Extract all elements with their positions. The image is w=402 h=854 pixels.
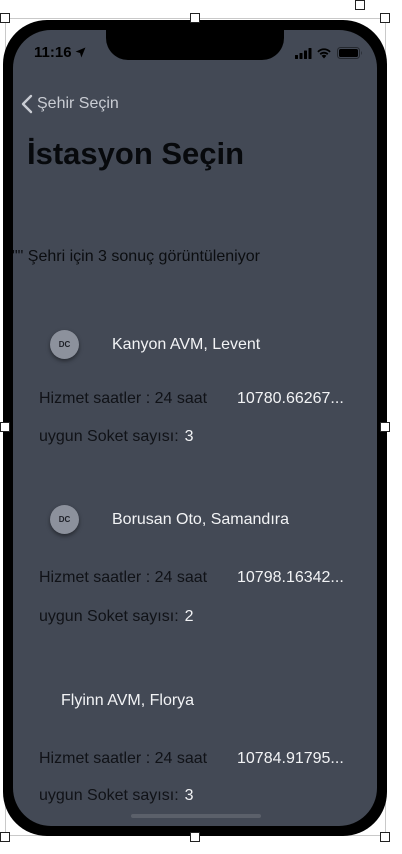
socket-label: uygun Soket sayısı:	[39, 428, 179, 445]
corner-handle[interactable]	[355, 0, 365, 10]
resize-handle-top-right[interactable]	[380, 13, 390, 23]
resize-handle-bottom-center[interactable]	[190, 832, 200, 842]
resize-handle-middle-left[interactable]	[0, 422, 10, 432]
service-hours: Hizmet saatler : 24 saat	[39, 569, 208, 586]
station-item[interactable]: DC Kanyon AVM, Levent Hizmet saatler : 2…	[13, 312, 377, 462]
resize-handle-middle-right[interactable]	[380, 422, 390, 432]
service-hours: Hizmet saatler : 24 saat	[39, 750, 208, 767]
socket-count: 3	[184, 787, 194, 804]
resize-handle-bottom-left[interactable]	[0, 832, 10, 842]
station-distance: 10784.91795...	[237, 750, 344, 767]
socket-count: 2	[184, 608, 194, 625]
dc-badge: DC	[50, 330, 79, 359]
resize-handle-top-center[interactable]	[190, 13, 200, 23]
phone-frame: 11:16 Şehir Seçin İstasyon Seçin "" Şehr…	[3, 20, 387, 836]
result-count-text: "" Şehri için 3 sonuç görüntüleniyor	[13, 248, 260, 265]
home-indicator	[131, 814, 261, 818]
socket-label: uygun Soket sayısı:	[39, 787, 179, 804]
station-distance: 10780.66267...	[237, 390, 344, 407]
resize-handle-top-left[interactable]	[0, 13, 10, 23]
location-arrow-icon	[75, 47, 86, 58]
socket-count-row: uygun Soket sayısı: 3	[39, 787, 194, 805]
battery-icon	[337, 47, 362, 59]
wifi-icon	[317, 48, 331, 59]
app-screen: 11:16 Şehir Seçin İstasyon Seçin "" Şehr…	[13, 30, 377, 826]
back-button[interactable]: Şehir Seçin	[21, 94, 119, 114]
station-item[interactable]: DC Borusan Oto, Samandıra Hizmet saatler…	[13, 487, 377, 637]
back-label: Şehir Seçin	[37, 95, 119, 112]
dc-badge: DC	[50, 505, 79, 534]
signal-icon	[295, 48, 312, 59]
station-name: Borusan Oto, Samandıra	[112, 511, 289, 528]
resize-handle-bottom-right[interactable]	[380, 832, 390, 842]
station-item[interactable]: Flyinn AVM, Florya Hizmet saatler : 24 s…	[13, 670, 377, 820]
chevron-left-icon	[21, 94, 33, 114]
socket-label: uygun Soket sayısı:	[39, 608, 179, 625]
page-title: İstasyon Seçin	[27, 136, 245, 171]
station-distance: 10798.16342...	[237, 569, 344, 586]
service-hours: Hizmet saatler : 24 saat	[39, 390, 208, 407]
status-time: 11:16	[34, 44, 72, 61]
socket-count: 3	[184, 428, 194, 445]
socket-count-row: uygun Soket sayısı: 2	[39, 608, 194, 626]
notch	[106, 30, 284, 60]
station-name: Flyinn AVM, Florya	[61, 692, 195, 709]
socket-count-row: uygun Soket sayısı: 3	[39, 428, 194, 446]
station-name: Kanyon AVM, Levent	[112, 336, 261, 353]
